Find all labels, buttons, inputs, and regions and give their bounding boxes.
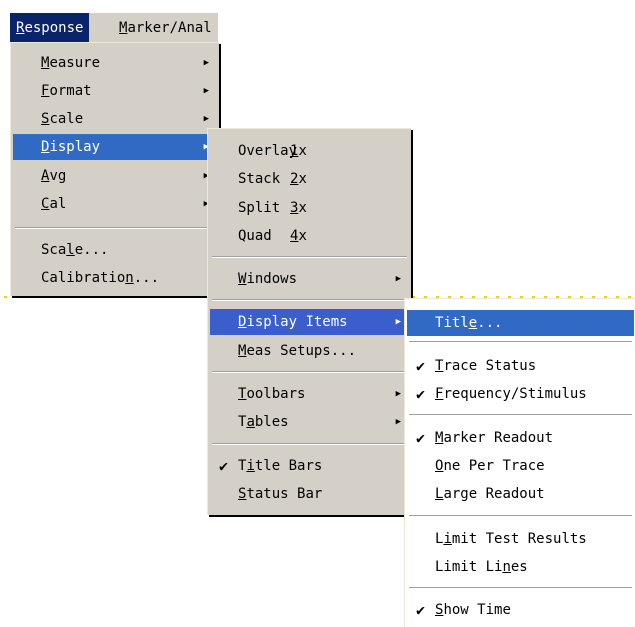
check-mark-icon: ✔ <box>416 385 426 403</box>
menu-item-measure[interactable]: Measure ▶ <box>13 50 217 76</box>
menubar-response[interactable]: Response <box>10 13 90 43</box>
menu-item-format[interactable]: Format ▶ <box>13 78 217 104</box>
menu-separator <box>15 227 215 229</box>
submenu-arrow-icon: ▶ <box>395 274 401 284</box>
menu-item-windows[interactable]: Windows ▶ <box>210 266 409 292</box>
menu-item-limit-lines[interactable]: Limit Lines <box>407 554 634 580</box>
menu-item-tables[interactable]: Tables ▶ <box>210 409 409 435</box>
check-mark-icon: ✔ <box>416 357 426 375</box>
menu-separator <box>212 299 407 301</box>
menu-item-quad[interactable]: Quad 4x <box>210 223 409 249</box>
menu-separator <box>212 443 407 445</box>
menu-item-title[interactable]: Title... <box>407 310 634 336</box>
menu-item-show-time[interactable]: ✔ Show Time <box>407 597 634 623</box>
menu-item-overlay[interactable]: Overlay 1x <box>210 138 409 164</box>
menu-separator <box>212 256 407 258</box>
menu-item-cal[interactable]: Cal▶ <box>13 191 217 217</box>
check-mark-icon: ✔ <box>219 457 229 475</box>
submenu-arrow-icon: ▶ <box>395 417 401 427</box>
menu-separator <box>212 371 407 373</box>
menu-separator <box>409 515 632 517</box>
menu-item-meas-setups[interactable]: Meas Setups... <box>210 338 409 364</box>
check-mark-icon: ✔ <box>416 601 426 619</box>
menu-item-trace-status[interactable]: ✔ Trace Status <box>407 353 634 379</box>
submenu-arrow-icon: ▶ <box>203 86 209 96</box>
menu-item-status-bar[interactable]: Status Bar <box>210 481 409 507</box>
menu-separator <box>409 341 632 343</box>
submenu-arrow-icon: ▶ <box>203 58 209 68</box>
menu-separator <box>409 587 632 589</box>
check-mark-icon: ✔ <box>416 429 426 447</box>
menu-item-calibration[interactable]: Calibration... <box>13 265 217 291</box>
submenu-arrow-icon: ▶ <box>395 389 401 399</box>
menu-item-large-readout[interactable]: Large Readout <box>407 481 634 507</box>
menu-item-marker-readout[interactable]: ✔ Marker Readout <box>407 425 634 451</box>
menu-item-scale[interactable]: Scale ▶ <box>13 106 217 132</box>
menu-separator <box>409 414 632 416</box>
menu-item-toolbars[interactable]: Toolbars ▶ <box>210 381 409 407</box>
menu-item-limit-test-results[interactable]: Limit Test Results <box>407 526 634 552</box>
response-menu: Measure▶ Format▶ Scale▶ Display▶ Avg▶ Ca… <box>10 42 219 296</box>
display-submenu: Overlay 1x Stack 2x Split 3x Quad 4x Windows… <box>207 128 411 515</box>
menu-item-split[interactable]: Split 3x <box>210 195 409 221</box>
menu-bar: Response Marker/Anal <box>10 12 218 43</box>
menubar-marker-analysis[interactable]: Marker/Anal <box>113 13 218 43</box>
menu-item-display-items[interactable]: Display Items ▶ <box>210 309 409 335</box>
submenu-arrow-icon: ▶ <box>395 317 401 327</box>
menu-item-stack[interactable]: Stack 2x <box>210 166 409 192</box>
menu-item-avg[interactable]: Avg▶ <box>13 163 217 189</box>
display-items-submenu: Title... ✔ Trace Status ✔ Frequency/Stimul… <box>404 298 635 627</box>
menu-item-display[interactable]: Display▶ <box>13 134 217 160</box>
menu-item-title-bars[interactable]: ✔ Title Bars <box>210 453 409 479</box>
menu-item-scale-dialog[interactable]: Scale... <box>13 237 217 263</box>
menu-item-one-per-trace[interactable]: One Per Trace <box>407 453 634 479</box>
menu-item-frequency-stimulus[interactable]: ✔ Frequency/Stimulus <box>407 381 634 407</box>
